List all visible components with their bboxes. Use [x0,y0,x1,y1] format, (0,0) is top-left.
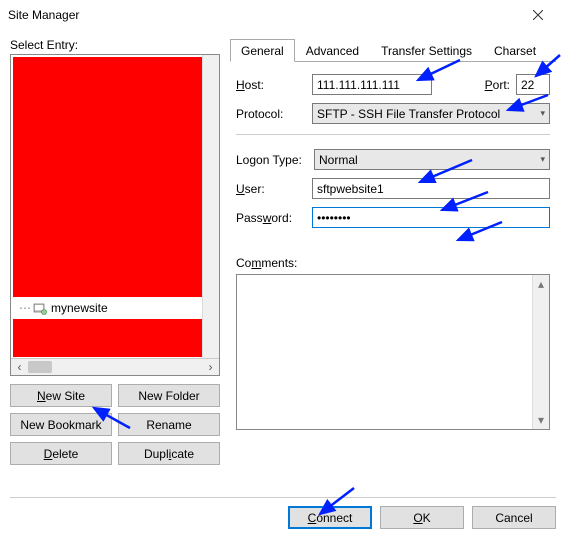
user-label: User: [236,182,306,196]
redacted-block [13,57,202,297]
site-tree[interactable]: ⋯ mynewsite ‹ › [10,54,220,376]
port-input[interactable] [516,74,550,95]
logon-type-label: Logon Type: [236,153,308,167]
password-input[interactable] [312,207,550,228]
new-site-button[interactable]: New Site [10,384,112,407]
left-panel: Select Entry: ⋯ mynewsite ‹ › [10,38,220,465]
footer-buttons: Connect OK Cancel [0,498,566,539]
new-bookmark-button[interactable]: New Bookmark [10,413,112,436]
protocol-label: Protocol: [236,107,306,121]
port-label: Port: [485,78,510,92]
chevron-down-icon: ▾ [540,154,545,165]
tab-transfer[interactable]: Transfer Settings [370,39,483,62]
duplicate-button[interactable]: Duplicate [118,442,220,465]
close-button[interactable] [518,1,558,29]
scroll-right-icon[interactable]: › [202,359,219,375]
ok-button[interactable]: OK [380,506,464,529]
tab-charset[interactable]: Charset [483,39,547,62]
redacted-block [13,319,202,357]
scrollbar-vertical[interactable] [202,55,219,358]
tree-item-label: mynewsite [51,301,108,315]
user-input[interactable] [312,178,550,199]
scrollbar-horizontal[interactable]: ‹ › [11,358,219,375]
server-icon [33,301,47,315]
password-label: Password: [236,211,306,225]
right-panel: General Advanced Transfer Settings Chars… [230,38,556,465]
titlebar: Site Manager [0,0,566,30]
connect-button[interactable]: Connect [288,506,372,529]
tree-connector: ⋯ [19,301,29,315]
logon-type-value: Normal [319,153,358,167]
protocol-select[interactable]: SFTP - SSH File Transfer Protocol ▾ [312,103,550,124]
tree-item-mynewsite[interactable]: ⋯ mynewsite [19,299,108,317]
chevron-down-icon: ▾ [540,108,545,119]
window-title: Site Manager [8,8,518,22]
scrollbar-vertical[interactable]: ▴▾ [532,275,549,429]
scroll-thumb[interactable] [28,361,52,373]
new-folder-button[interactable]: New Folder [118,384,220,407]
logon-type-select[interactable]: Normal ▾ [314,149,550,170]
tab-general[interactable]: General [230,39,295,62]
comments-label: Comments: [236,256,550,270]
rename-button[interactable]: Rename [118,413,220,436]
scroll-left-icon[interactable]: ‹ [11,359,28,375]
tab-bar: General Advanced Transfer Settings Chars… [230,38,556,62]
delete-button[interactable]: Delete [10,442,112,465]
host-label: Host: [236,78,306,92]
tab-advanced[interactable]: Advanced [295,39,370,62]
cancel-button[interactable]: Cancel [472,506,556,529]
protocol-value: SFTP - SSH File Transfer Protocol [317,107,500,121]
host-input[interactable] [312,74,432,95]
comments-textarea[interactable]: ▴▾ [236,274,550,430]
select-entry-label: Select Entry: [10,38,220,52]
